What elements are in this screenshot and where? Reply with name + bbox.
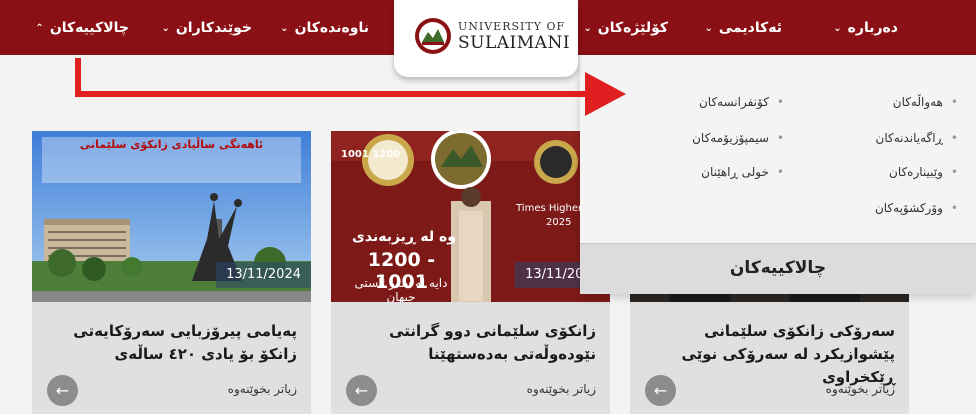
nav-item-academic[interactable]: ئەکادیمی ⌄ [704, 0, 782, 55]
nav-colleges-label: کۆلێژەکان [597, 19, 668, 36]
logo-line-2: SULAIMANI [458, 33, 571, 53]
bullet-icon: • [950, 95, 958, 109]
chevron-down-icon: ⌄ [704, 23, 713, 34]
dropdown-link-label: هەواڵەکان [892, 95, 943, 109]
dropdown-link-label: کۆنفرانسەکان [698, 95, 769, 109]
dropdown-link-symposiums[interactable]: • سیمپۆزیۆمەکان [692, 131, 784, 145]
nav-about-label: دەربارە [847, 19, 898, 36]
bullet-icon: • [950, 201, 958, 215]
news-card[interactable]: 1001 1200 وە لە ڕیزبەندی 1200 - 1001 دای… [331, 131, 610, 414]
nav-centers-label: ناوەندەکان [294, 19, 369, 36]
chevron-up-icon: ⌃ [35, 23, 44, 34]
logo-line-1: UNIVERSITY OF [458, 20, 566, 33]
read-more-link[interactable]: زیاتر بخوێنەوە [527, 382, 596, 396]
nav-activities-label: چالاکییەکان [49, 19, 129, 36]
dropdown-link-announcements[interactable]: • ڕاگەیاندنەکان [876, 131, 958, 145]
university-seal-icon [415, 18, 451, 54]
arrow-left-icon[interactable]: ← [47, 375, 78, 406]
arrow-left-icon[interactable]: ← [346, 375, 377, 406]
bullet-icon: • [950, 131, 958, 145]
dropdown-link-label: سیمپۆزیۆمەکان [692, 131, 769, 145]
nav-item-colleges[interactable]: کۆلێژەکان ⌄ [583, 0, 668, 55]
bullet-icon: • [776, 165, 784, 179]
dropdown-link-label: خولی ڕاهێنان [701, 165, 769, 179]
chevron-down-icon: ⌄ [161, 23, 170, 34]
image-right-text-2: 2025 [546, 217, 572, 228]
university-logo[interactable]: UNIVERSITY OF SULAIMANI [394, 0, 578, 77]
image-text-3: دایە لە سەر ئاستی جیهان [354, 276, 448, 302]
nav-students-label: خوێندکاران [175, 19, 252, 36]
news-date: 13/11/2024 [216, 262, 311, 288]
news-card[interactable]: ئاهەنگی ساڵیادی زانکۆی سلێمانی 13/11/202… [32, 131, 311, 414]
nav-item-activities[interactable]: چالاکییەکان ⌃ [35, 0, 129, 55]
bullet-icon: • [950, 165, 958, 179]
read-more-link[interactable]: زیاتر بخوێنەوە [228, 382, 297, 396]
dropdown-link-webinars[interactable]: • وێبینارەکان [889, 165, 958, 179]
dropdown-link-training-courses[interactable]: • خولی ڕاهێنان [701, 165, 784, 179]
news-title: پەیامی پیرۆزبایی سەرۆکایەتی زانکۆ بۆ یاد… [73, 322, 297, 363]
nav-item-about[interactable]: دەربارە ⌄ [833, 0, 898, 55]
nav-item-centers[interactable]: ناوەندەکان ⌄ [280, 0, 369, 55]
activities-dropdown-menu: • هەواڵەکان • ڕاگەیاندنەکان • وێبینارەکان •… [580, 55, 976, 294]
dropdown-link-conferences[interactable]: • کۆنفرانسەکان [699, 95, 784, 109]
chevron-down-icon: ⌄ [833, 23, 842, 34]
ranking-badge-text: 1001 1200 [341, 149, 401, 160]
image-banner-text: ئاهەنگی ساڵیادی زانکۆی سلێمانی [79, 138, 264, 151]
dropdown-link-workshops[interactable]: • وۆرکشۆپەکان [875, 201, 958, 215]
bullet-icon: • [776, 131, 784, 145]
nav-academic-label: ئەکادیمی [718, 19, 782, 36]
image-text-1: وە لە ڕیزبەندی [352, 229, 456, 245]
chevron-down-icon: ⌄ [583, 23, 592, 34]
news-title: سەرۆکی زانکۆی سلێمانی پێشوازیکرد لە سەرۆ… [681, 322, 895, 386]
dropdown-link-label: ڕاگەیاندنەکان [875, 131, 943, 145]
dropdown-link-label: وۆرکشۆپەکان [874, 201, 943, 215]
bullet-icon: • [776, 95, 784, 109]
chevron-down-icon: ⌄ [280, 23, 289, 34]
news-title: زانکۆی سلێمانی دوو گرانتی نێودەوڵەتی بەد… [389, 322, 596, 363]
nav-item-students[interactable]: خوێندکاران ⌄ [161, 0, 252, 55]
dropdown-title: چالاکییەکان [729, 258, 827, 278]
read-more-link[interactable]: زیاتر بخوێنەوە [826, 382, 895, 396]
dropdown-link-news[interactable]: • هەواڵەکان [893, 95, 958, 109]
arrow-left-icon[interactable]: ← [645, 375, 676, 406]
dropdown-footer[interactable]: چالاکییەکان [580, 243, 976, 294]
dropdown-link-label: وێبینارەکان [889, 165, 943, 179]
